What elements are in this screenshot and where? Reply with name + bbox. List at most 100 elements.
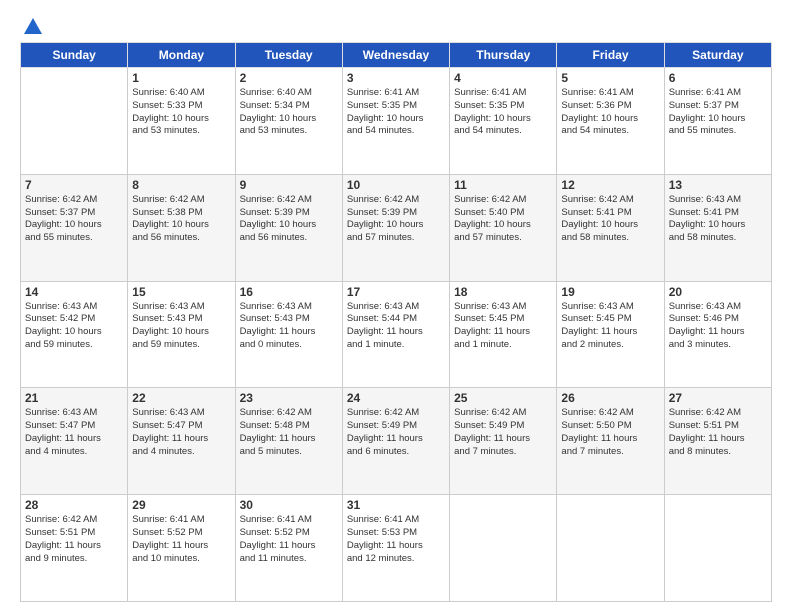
day-number: 9 <box>240 178 338 192</box>
cell-content: Sunrise: 6:43 AM Sunset: 5:47 PM Dayligh… <box>25 407 123 458</box>
calendar-cell-day-24: 24 Sunrise: 6:42 AM Sunset: 5:49 PM Dayli… <box>342 388 449 495</box>
cell-content: Sunrise: 6:42 AM Sunset: 5:49 PM Dayligh… <box>454 407 552 458</box>
calendar-cell-day-20: 20 Sunrise: 6:43 AM Sunset: 5:46 PM Dayli… <box>664 281 771 388</box>
cell-content: Sunrise: 6:42 AM Sunset: 5:41 PM Dayligh… <box>561 194 659 245</box>
day-number: 1 <box>132 71 230 85</box>
cell-content: Sunrise: 6:43 AM Sunset: 5:43 PM Dayligh… <box>132 301 230 352</box>
day-number: 28 <box>25 498 123 512</box>
calendar-cell-day-22: 22 Sunrise: 6:43 AM Sunset: 5:47 PM Dayli… <box>128 388 235 495</box>
calendar-cell-day-6: 6 Sunrise: 6:41 AM Sunset: 5:37 PM Daylig… <box>664 68 771 175</box>
day-header-wednesday: Wednesday <box>342 43 449 68</box>
cell-content: Sunrise: 6:43 AM Sunset: 5:42 PM Dayligh… <box>25 301 123 352</box>
cell-content: Sunrise: 6:43 AM Sunset: 5:46 PM Dayligh… <box>669 301 767 352</box>
day-number: 11 <box>454 178 552 192</box>
calendar-cell-day-29: 29 Sunrise: 6:41 AM Sunset: 5:52 PM Dayli… <box>128 495 235 602</box>
cell-content: Sunrise: 6:41 AM Sunset: 5:52 PM Dayligh… <box>240 514 338 565</box>
calendar-cell-day-9: 9Sunrise: 6:42 AM Sunset: 5:39 PM Daylig… <box>235 174 342 281</box>
calendar-cell-day-7: 7 Sunrise: 6:42 AM Sunset: 5:37 PM Daylig… <box>21 174 128 281</box>
day-number: 18 <box>454 285 552 299</box>
cell-content: Sunrise: 6:43 AM Sunset: 5:41 PM Dayligh… <box>669 194 767 245</box>
cell-content: Sunrise: 6:41 AM Sunset: 5:37 PM Dayligh… <box>669 87 767 138</box>
day-number: 7 <box>25 178 123 192</box>
cell-content: Sunrise: 6:42 AM Sunset: 5:38 PM Dayligh… <box>132 194 230 245</box>
calendar-cell-day-19: 19 Sunrise: 6:43 AM Sunset: 5:45 PM Dayli… <box>557 281 664 388</box>
calendar-header-row: SundayMondayTuesdayWednesdayThursdayFrid… <box>21 43 772 68</box>
calendar-cell-day-26: 26 Sunrise: 6:42 AM Sunset: 5:50 PM Dayli… <box>557 388 664 495</box>
calendar-cell-day-23: 23 Sunrise: 6:42 AM Sunset: 5:48 PM Dayli… <box>235 388 342 495</box>
calendar-cell-day-10: 10 Sunrise: 6:42 AM Sunset: 5:39 PM Dayli… <box>342 174 449 281</box>
day-number: 20 <box>669 285 767 299</box>
calendar-cell-empty <box>664 495 771 602</box>
cell-content: Sunrise: 6:42 AM Sunset: 5:50 PM Dayligh… <box>561 407 659 458</box>
calendar-cell-day-1: 1 Sunrise: 6:40 AM Sunset: 5:33 PM Daylig… <box>128 68 235 175</box>
day-number: 8 <box>132 178 230 192</box>
cell-content: Sunrise: 6:42 AM Sunset: 5:48 PM Dayligh… <box>240 407 338 458</box>
cell-content: Sunrise: 6:41 AM Sunset: 5:36 PM Dayligh… <box>561 87 659 138</box>
day-number: 31 <box>347 498 445 512</box>
cell-content: Sunrise: 6:43 AM Sunset: 5:45 PM Dayligh… <box>561 301 659 352</box>
calendar-week-3: 14 Sunrise: 6:43 AM Sunset: 5:42 PM Dayli… <box>21 281 772 388</box>
day-number: 17 <box>347 285 445 299</box>
calendar-cell-day-14: 14 Sunrise: 6:43 AM Sunset: 5:42 PM Dayli… <box>21 281 128 388</box>
day-header-tuesday: Tuesday <box>235 43 342 68</box>
calendar-cell-day-2: 2Sunrise: 6:40 AM Sunset: 5:34 PM Daylig… <box>235 68 342 175</box>
day-number: 3 <box>347 71 445 85</box>
day-number: 30 <box>240 498 338 512</box>
day-number: 25 <box>454 391 552 405</box>
calendar-cell-day-28: 28Sunrise: 6:42 AM Sunset: 5:51 PM Dayli… <box>21 495 128 602</box>
cell-content: Sunrise: 6:41 AM Sunset: 5:53 PM Dayligh… <box>347 514 445 565</box>
day-number: 13 <box>669 178 767 192</box>
day-number: 5 <box>561 71 659 85</box>
header <box>20 16 772 34</box>
day-number: 24 <box>347 391 445 405</box>
page: SundayMondayTuesdayWednesdayThursdayFrid… <box>0 0 792 612</box>
day-number: 12 <box>561 178 659 192</box>
cell-content: Sunrise: 6:42 AM Sunset: 5:39 PM Dayligh… <box>347 194 445 245</box>
day-number: 16 <box>240 285 338 299</box>
calendar-cell-day-12: 12 Sunrise: 6:42 AM Sunset: 5:41 PM Dayli… <box>557 174 664 281</box>
cell-content: Sunrise: 6:43 AM Sunset: 5:47 PM Dayligh… <box>132 407 230 458</box>
calendar-cell-day-15: 15 Sunrise: 6:43 AM Sunset: 5:43 PM Dayli… <box>128 281 235 388</box>
day-number: 22 <box>132 391 230 405</box>
calendar-cell-day-4: 4 Sunrise: 6:41 AM Sunset: 5:35 PM Daylig… <box>450 68 557 175</box>
calendar-cell-day-27: 27Sunrise: 6:42 AM Sunset: 5:51 PM Dayli… <box>664 388 771 495</box>
day-header-saturday: Saturday <box>664 43 771 68</box>
calendar-week-5: 28Sunrise: 6:42 AM Sunset: 5:51 PM Dayli… <box>21 495 772 602</box>
calendar-cell-day-30: 30 Sunrise: 6:41 AM Sunset: 5:52 PM Dayli… <box>235 495 342 602</box>
day-number: 15 <box>132 285 230 299</box>
day-number: 23 <box>240 391 338 405</box>
calendar-week-2: 7 Sunrise: 6:42 AM Sunset: 5:37 PM Daylig… <box>21 174 772 281</box>
day-number: 21 <box>25 391 123 405</box>
cell-content: Sunrise: 6:41 AM Sunset: 5:35 PM Dayligh… <box>347 87 445 138</box>
cell-content: Sunrise: 6:43 AM Sunset: 5:43 PM Dayligh… <box>240 301 338 352</box>
calendar-cell-empty <box>450 495 557 602</box>
day-number: 6 <box>669 71 767 85</box>
cell-content: Sunrise: 6:42 AM Sunset: 5:51 PM Dayligh… <box>669 407 767 458</box>
calendar-table: SundayMondayTuesdayWednesdayThursdayFrid… <box>20 42 772 602</box>
calendar-cell-day-21: 21 Sunrise: 6:43 AM Sunset: 5:47 PM Dayli… <box>21 388 128 495</box>
cell-content: Sunrise: 6:40 AM Sunset: 5:34 PM Dayligh… <box>240 87 338 138</box>
cell-content: Sunrise: 6:42 AM Sunset: 5:37 PM Dayligh… <box>25 194 123 245</box>
calendar-cell-empty <box>557 495 664 602</box>
day-number: 19 <box>561 285 659 299</box>
logo-icon <box>22 16 44 38</box>
cell-content: Sunrise: 6:43 AM Sunset: 5:44 PM Dayligh… <box>347 301 445 352</box>
day-number: 10 <box>347 178 445 192</box>
day-number: 14 <box>25 285 123 299</box>
calendar-cell-day-18: 18 Sunrise: 6:43 AM Sunset: 5:45 PM Dayli… <box>450 281 557 388</box>
cell-content: Sunrise: 6:42 AM Sunset: 5:49 PM Dayligh… <box>347 407 445 458</box>
cell-content: Sunrise: 6:43 AM Sunset: 5:45 PM Dayligh… <box>454 301 552 352</box>
cell-content: Sunrise: 6:41 AM Sunset: 5:35 PM Dayligh… <box>454 87 552 138</box>
calendar-cell-day-8: 8 Sunrise: 6:42 AM Sunset: 5:38 PM Daylig… <box>128 174 235 281</box>
calendar-week-1: 1 Sunrise: 6:40 AM Sunset: 5:33 PM Daylig… <box>21 68 772 175</box>
cell-content: Sunrise: 6:42 AM Sunset: 5:40 PM Dayligh… <box>454 194 552 245</box>
cell-content: Sunrise: 6:40 AM Sunset: 5:33 PM Dayligh… <box>132 87 230 138</box>
day-number: 4 <box>454 71 552 85</box>
calendar-cell-day-3: 3 Sunrise: 6:41 AM Sunset: 5:35 PM Daylig… <box>342 68 449 175</box>
day-number: 29 <box>132 498 230 512</box>
calendar-cell-day-16: 16 Sunrise: 6:43 AM Sunset: 5:43 PM Dayli… <box>235 281 342 388</box>
day-header-thursday: Thursday <box>450 43 557 68</box>
day-number: 26 <box>561 391 659 405</box>
cell-content: Sunrise: 6:41 AM Sunset: 5:52 PM Dayligh… <box>132 514 230 565</box>
calendar-cell-day-25: 25 Sunrise: 6:42 AM Sunset: 5:49 PM Dayli… <box>450 388 557 495</box>
